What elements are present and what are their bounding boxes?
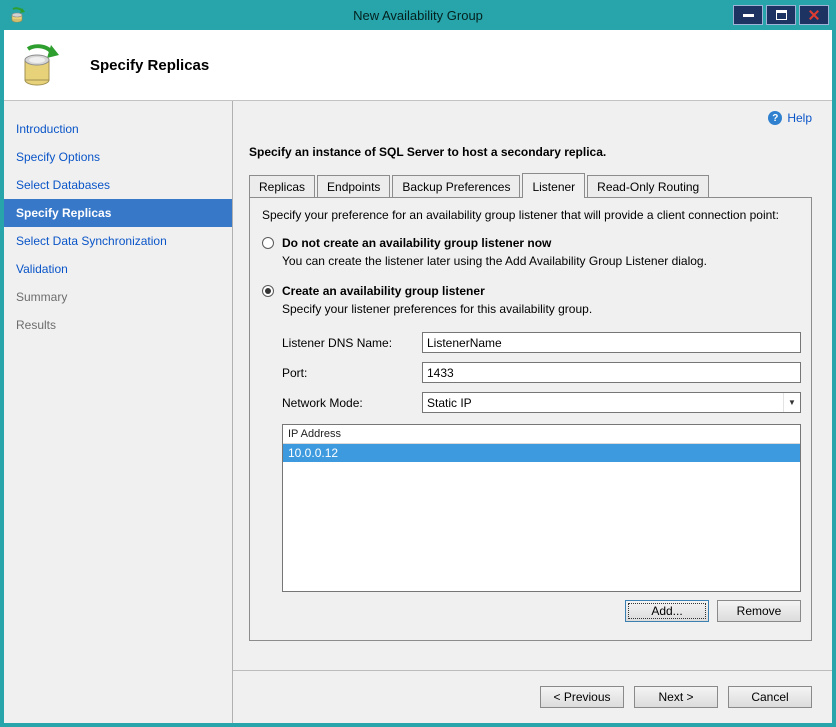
help-link[interactable]: ? Help <box>243 109 812 127</box>
footer: < Previous Next > Cancel <box>233 670 832 723</box>
add-button[interactable]: Add... <box>625 600 709 622</box>
radio-label-no-listener: Do not create an availability group list… <box>282 236 552 250</box>
radio-description-no-listener: You can create the listener later using … <box>282 254 707 268</box>
network-mode-label: Network Mode: <box>282 395 363 410</box>
close-button[interactable] <box>799 5 829 25</box>
sidebar-item-results: Results <box>16 318 57 332</box>
listener-dns-input[interactable] <box>422 332 801 353</box>
window-body: Specify Replicas Introduction Specify Op… <box>4 30 832 723</box>
tab-endpoints[interactable]: Endpoints <box>317 175 391 197</box>
titlebar: New Availability Group <box>0 0 836 30</box>
listener-intro-text: Specify your preference for an availabil… <box>262 208 779 222</box>
window-title: New Availability Group <box>353 7 483 23</box>
ip-address-row[interactable]: 10.0.0.12 <box>283 444 800 462</box>
maximize-button[interactable] <box>766 5 796 25</box>
ip-address-column-header: IP Address <box>283 425 800 444</box>
next-button[interactable]: Next > <box>634 686 718 708</box>
radio-label-create-listener: Create an availability group listener <box>282 284 485 298</box>
page-title: Specify Replicas <box>90 56 210 74</box>
port-input[interactable] <box>422 362 801 383</box>
tab-backup-preferences[interactable]: Backup Preferences <box>392 175 521 197</box>
sidebar-item-summary: Summary <box>16 290 68 304</box>
network-mode-select[interactable]: Static IP ▼ <box>422 392 801 413</box>
tab-read-only-routing[interactable]: Read-Only Routing <box>587 175 710 197</box>
radio-icon-create-listener[interactable] <box>262 285 274 297</box>
tab-strip: Replicas Endpoints Backup Preferences Li… <box>249 173 812 198</box>
network-mode-value: Static IP <box>427 395 472 410</box>
window: New Availability Group Specify Replicas <box>0 0 836 727</box>
minimize-button[interactable] <box>733 5 763 25</box>
instruction-text: Specify an instance of SQL Server to hos… <box>249 145 607 159</box>
port-label: Port: <box>282 365 308 380</box>
radio-description-create-listener: Specify your listener preferences for th… <box>282 302 593 316</box>
sidebar-item-specify-options[interactable]: Specify Options <box>4 143 232 171</box>
maximize-icon <box>775 10 787 20</box>
tab-listener[interactable]: Listener <box>522 173 586 198</box>
listener-dns-label: Listener DNS Name: <box>282 335 393 350</box>
previous-button[interactable]: < Previous <box>540 686 624 708</box>
wizard-nav: Introduction Specify Options Select Data… <box>4 101 232 723</box>
help-label: Help <box>787 111 812 125</box>
ip-list-actions: Add... Remove <box>260 600 801 622</box>
tab-replicas[interactable]: Replicas <box>249 175 316 197</box>
content-row: Introduction Specify Options Select Data… <box>4 101 832 723</box>
radio-option-create-listener[interactable]: Create an availability group listener <box>262 284 801 298</box>
sidebar-item-introduction[interactable]: Introduction <box>4 115 232 143</box>
ip-address-list[interactable]: IP Address 10.0.0.12 <box>282 424 801 592</box>
network-mode-row: Network Mode: Static IP ▼ <box>282 392 801 413</box>
sidebar-item-select-data-synchronization[interactable]: Select Data Synchronization <box>4 227 232 255</box>
help-icon: ? <box>768 111 783 125</box>
availability-group-icon <box>18 42 64 88</box>
remove-button[interactable]: Remove <box>717 600 801 622</box>
listener-tab-panel: Specify your preference for an availabil… <box>249 197 812 641</box>
cancel-button[interactable]: Cancel <box>728 686 812 708</box>
minimize-icon <box>742 13 754 17</box>
port-row: Port: <box>282 362 801 383</box>
radio-option-no-listener[interactable]: Do not create an availability group list… <box>262 236 801 250</box>
listener-dns-row: Listener DNS Name: <box>282 332 801 353</box>
close-icon <box>808 9 820 21</box>
wizard-content: ? Help Specify an instance of SQL Server… <box>232 101 832 723</box>
chevron-down-icon[interactable]: ▼ <box>783 393 800 412</box>
radio-icon-no-listener[interactable] <box>262 237 274 249</box>
sidebar-item-validation[interactable]: Validation <box>4 255 232 283</box>
sidebar-item-specify-replicas[interactable]: Specify Replicas <box>4 199 232 227</box>
window-controls <box>733 5 829 25</box>
wizard-header: Specify Replicas <box>4 30 832 101</box>
sidebar-item-select-databases[interactable]: Select Databases <box>4 171 232 199</box>
